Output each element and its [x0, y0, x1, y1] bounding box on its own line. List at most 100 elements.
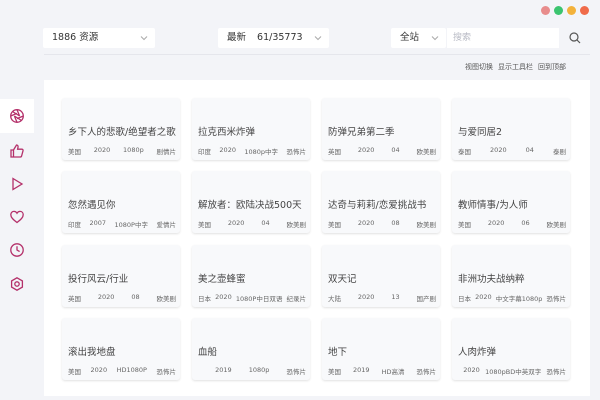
toolbar-link[interactable]: 显示工具栏: [498, 62, 533, 72]
video-quality: 04: [261, 219, 270, 227]
video-card[interactable]: 拉克西米炸弹 印度 2020 1080p中字 恐怖片: [192, 98, 310, 160]
sort-select[interactable]: 最新 61/35773: [218, 28, 329, 48]
video-genre: 爱情片: [156, 221, 176, 229]
toolbar-links: 视图切换 显示工具栏 回到顶部: [465, 62, 566, 72]
video-meta: 泰国 2020 04 泰剧: [458, 146, 566, 156]
video-year: 2019: [353, 366, 370, 374]
video-title: 滚出我地盘: [68, 347, 116, 358]
clock-icon: [10, 243, 24, 257]
video-year: 2019: [215, 366, 232, 374]
video-region: 美国: [328, 368, 341, 376]
video-card[interactable]: 人肉炸弹 2020 1080pBD中英双字 恐怖片: [452, 318, 570, 380]
video-quality: 1080P中日双语: [235, 295, 283, 303]
video-card[interactable]: 地下 美国 2019 HD高清 恐怖片: [322, 318, 440, 380]
sidebar-item-favorite[interactable]: [9, 209, 25, 225]
source-select[interactable]: 1886 资源: [43, 28, 155, 48]
search-input[interactable]: [447, 28, 559, 48]
video-card[interactable]: 双天记大陆 2020 13 国产剧: [322, 245, 440, 307]
video-card[interactable]: 与爱同居2 泰国 2020 04 泰剧: [452, 98, 570, 160]
chevron-down-icon: [431, 36, 439, 41]
sidebar: [0, 0, 34, 400]
heart-icon: [10, 210, 24, 224]
video-card[interactable]: 解放者：欧陆决战500天 美国 2020 04 欧美剧: [192, 171, 310, 233]
sort-count: 61/35773: [257, 32, 303, 43]
video-title: 解放者：欧陆决战500天: [198, 200, 302, 211]
video-card[interactable]: 达奇与莉莉/恋爱挑战书 美国 2020 08 欧美剧: [322, 171, 440, 233]
video-quality: 1080p: [248, 366, 270, 374]
video-year: 2020: [475, 293, 492, 301]
sidebar-item-like[interactable]: [9, 143, 25, 159]
video-title: 拉克西米炸弹: [198, 127, 256, 138]
chevron-down-icon: [140, 36, 148, 41]
video-title: 教师情事/为人师: [458, 200, 528, 211]
video-meta: 英国 2020 08 欧美剧: [68, 293, 176, 303]
video-region: 美国: [328, 221, 341, 229]
video-title: 忽然遇见你: [68, 200, 116, 211]
video-genre: 欧美剧: [416, 148, 437, 156]
video-year: 2007: [89, 219, 107, 227]
video-year: 2020: [227, 219, 245, 227]
video-meta: 大陆 2020 13 国产剧: [328, 293, 436, 303]
video-quality: 1080p: [123, 146, 144, 154]
video-region: 大陆: [328, 295, 341, 303]
video-card[interactable]: 非洲功夫战纳粹 日本 2020 中文字幕1080p 恐怖片: [452, 245, 570, 307]
video-region: 英国: [68, 295, 81, 303]
aperture-icon: [10, 109, 24, 123]
video-genre: 欧美剧: [156, 295, 177, 303]
video-meta: 美国 2020 HD1080P 恐怖片: [68, 366, 176, 376]
scope-select[interactable]: 全站: [391, 28, 446, 48]
video-meta: 2019 1080p 恐怖片: [198, 366, 306, 376]
video-region: 日本: [198, 295, 211, 303]
video-genre: 恐怖片: [156, 368, 177, 376]
video-genre: 恐怖片: [546, 295, 567, 303]
video-region: 美国: [68, 368, 81, 376]
video-card[interactable]: 忽然遇见你 印度 2007 1080P中字 爱情片: [62, 171, 180, 233]
video-card[interactable]: 教师情事/为人师 美国 2020 06 欧美剧: [452, 171, 570, 233]
video-quality: 04: [525, 146, 534, 154]
video-region: 泰国: [458, 148, 471, 156]
video-card[interactable]: 美之壶蜂蜜 日本 2020 1080P中日双语 纪录片: [192, 245, 310, 307]
video-quality: 08: [391, 219, 400, 227]
video-year: 2020: [463, 366, 480, 374]
video-year: 2020: [357, 146, 375, 154]
video-quality: 06: [521, 219, 530, 227]
video-quality: HD1080P: [116, 366, 147, 374]
video-card[interactable]: 血船 2019 1080p 恐怖片: [192, 318, 310, 380]
video-card[interactable]: 滚出我地盘 美国 2020 HD1080P 恐怖片: [62, 318, 180, 380]
sidebar-item-history[interactable]: [9, 242, 25, 258]
video-year: 2020: [490, 146, 507, 154]
video-title: 血船: [198, 347, 218, 358]
video-year: 2020: [219, 146, 236, 154]
toolbar-link[interactable]: 视图切换: [465, 62, 493, 72]
sidebar-item-play[interactable]: [9, 176, 25, 192]
video-genre: 欧美剧: [416, 221, 437, 229]
toolbar-divider: [44, 54, 590, 55]
scope-select-value: 全站: [400, 32, 420, 43]
video-genre: 泰剧: [552, 148, 566, 156]
video-year: 2020: [487, 219, 505, 227]
sidebar-item-discover[interactable]: [0, 99, 34, 133]
video-meta: 美国 2020 06 欧美剧: [458, 219, 566, 229]
video-card[interactable]: 防弹兄弟第二季 英国 2020 04 欧美剧: [322, 98, 440, 160]
video-genre: 恐怖片: [546, 368, 566, 376]
video-quality: 13: [391, 293, 400, 301]
video-meta: 2020 1080pBD中英双字 恐怖片: [458, 366, 566, 376]
video-genre: 恐怖片: [286, 368, 307, 376]
video-card[interactable]: 投行风云/行业英国 2020 08 欧美剧: [62, 245, 180, 307]
sort-select-value: 最新: [227, 32, 247, 43]
video-title: 非洲功夫战纳粹: [458, 274, 525, 285]
video-title: 防弹兄弟第二季: [328, 127, 395, 138]
video-genre: 恐怖片: [286, 148, 306, 156]
video-card[interactable]: 乡下人的悲歌/绝望者之歌 美国 2020 1080p 剧情片: [62, 98, 180, 160]
video-meta: 美国 2020 04 欧美剧: [198, 219, 306, 229]
video-genre: 剧情片: [156, 148, 176, 156]
video-title: 双天记: [328, 274, 357, 285]
video-quality: HD高清: [381, 368, 405, 376]
chevron-down-icon: [314, 36, 322, 41]
video-title: 投行风云/行业: [68, 274, 129, 285]
toolbar-link[interactable]: 回到顶部: [538, 62, 566, 72]
search-icon[interactable]: [568, 31, 582, 45]
video-genre: 欧美剧: [286, 221, 307, 229]
sidebar-item-settings[interactable]: [9, 276, 25, 292]
video-title: 与爱同居2: [458, 127, 503, 138]
